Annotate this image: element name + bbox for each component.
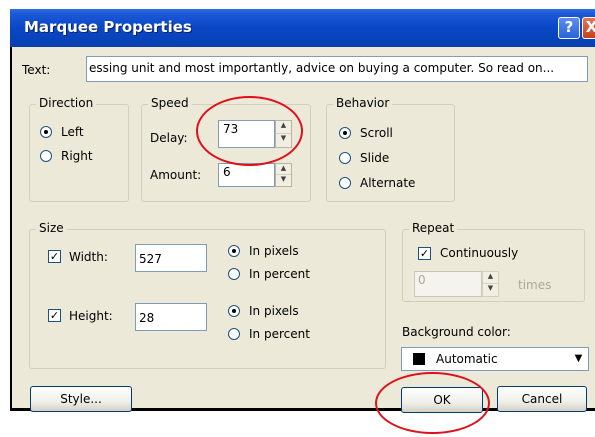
amount-label: Amount: [150,168,202,182]
behavior-alternate-radio[interactable] [339,177,351,189]
width-checkbox[interactable]: ✓ [48,250,61,263]
delay-input[interactable]: 73 [218,120,275,148]
behavior-scroll-radio[interactable] [339,127,351,139]
amount-input[interactable]: 6 [218,163,275,187]
color-swatch [413,353,425,365]
behavior-legend: Behavior [333,96,393,110]
cancel-button[interactable]: Cancel [497,386,587,412]
spin-up-icon[interactable]: ▲ [276,164,291,175]
direction-left-radio[interactable] [40,126,52,138]
background-color-label: Background color: [402,325,511,339]
speed-legend: Speed [148,96,192,110]
height-pixels-label: In pixels [249,304,299,318]
behavior-slide-label: Slide [360,151,390,165]
delay-spinner[interactable]: ▲ ▼ [275,120,292,148]
height-checkbox[interactable]: ✓ [48,309,61,322]
help-button[interactable]: ? [558,17,580,39]
size-legend: Size [36,221,67,235]
width-percent-label: In percent [249,267,310,281]
continuously-label: Continuously [440,246,519,260]
width-pixels-radio[interactable] [228,245,240,257]
background-color-value: Automatic [436,352,498,366]
background-color-select[interactable]: Automatic ▼ [401,347,589,371]
height-pixels-radio[interactable] [228,305,240,317]
spin-up-icon[interactable]: ▲ [276,121,291,134]
repeat-times-spinner[interactable]: ▲ ▼ [482,271,499,297]
direction-legend: Direction [36,96,97,110]
title-bar[interactable]: Marquee Properties ? X [10,9,595,47]
amount-spinner[interactable]: ▲ ▼ [275,163,292,187]
continuously-checkbox[interactable]: ✓ [418,247,431,260]
height-percent-label: In percent [249,327,310,341]
text-label: Text: [22,63,51,77]
direction-left-label: Left [61,125,84,139]
width-input[interactable]: 527 [135,244,207,272]
direction-right-label: Right [61,149,93,163]
width-percent-radio[interactable] [228,268,240,280]
behavior-alternate-label: Alternate [360,176,416,190]
behavior-scroll-label: Scroll [360,126,393,140]
times-label: times [518,278,552,292]
spin-up-icon[interactable]: ▲ [483,272,498,284]
repeat-times-input[interactable]: 0 [414,271,482,297]
delay-label: Delay: [150,131,188,145]
spin-down-icon[interactable]: ▼ [276,134,291,147]
window-title: Marquee Properties [24,18,192,36]
marquee-text-field[interactable]: essing unit and most importantly, advice… [86,56,588,82]
width-label: Width: [69,250,108,264]
height-input[interactable]: 28 [135,303,207,331]
height-label: Height: [69,309,113,323]
height-percent-radio[interactable] [228,328,240,340]
speed-group: Speed [141,96,311,202]
spin-down-icon[interactable]: ▼ [276,175,291,186]
width-pixels-label: In pixels [249,244,299,258]
chevron-down-icon[interactable]: ▼ [570,349,587,369]
repeat-legend: Repeat [409,221,458,235]
direction-right-radio[interactable] [40,150,52,162]
close-button[interactable]: X [582,17,595,39]
spin-down-icon[interactable]: ▼ [483,284,498,296]
behavior-slide-radio[interactable] [339,152,351,164]
style-button[interactable]: Style... [30,386,132,412]
ok-button[interactable]: OK [401,387,483,413]
